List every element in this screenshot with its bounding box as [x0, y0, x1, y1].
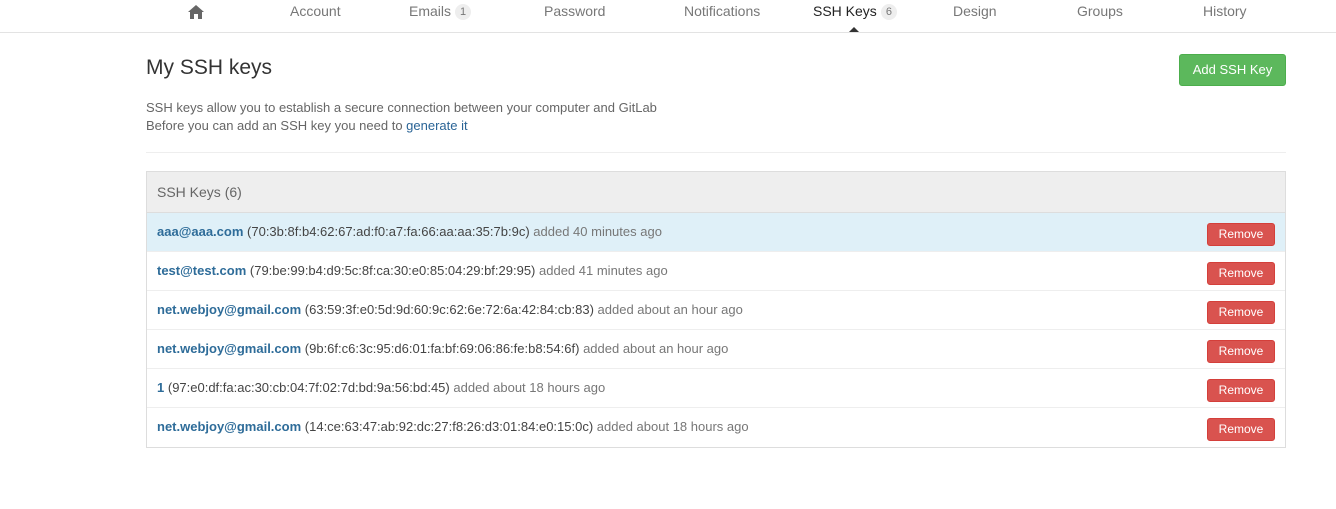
- remove-button[interactable]: Remove: [1207, 418, 1275, 441]
- key-row: net.webjoy@gmail.com (14:ce:63:47:ab:92:…: [147, 408, 1285, 447]
- description-text: Before you can add an SSH key you need t…: [146, 118, 407, 133]
- key-added-time: added about 18 hours ago: [453, 380, 606, 395]
- active-tab-caret-icon: [848, 27, 859, 32]
- nav-tab-password[interactable]: Password: [544, 0, 605, 32]
- key-title-link[interactable]: test@test.com: [157, 263, 246, 278]
- key-row: 1 (97:e0:df:fa:ac:30:cb:04:7f:02:7d:bd:9…: [147, 369, 1285, 408]
- key-fingerprint: (9b:6f:c6:3c:95:d6:01:fa:bf:69:06:86:fe:…: [304, 341, 580, 356]
- add-ssh-key-button[interactable]: Add SSH Key: [1179, 54, 1286, 86]
- remove-button[interactable]: Remove: [1207, 262, 1275, 285]
- remove-button[interactable]: Remove: [1207, 301, 1275, 324]
- nav-tab-label: Password: [544, 3, 606, 19]
- nav-tab-label: History: [1203, 3, 1247, 19]
- nav-tab-account[interactable]: Account: [290, 0, 341, 32]
- key-added-time: added 40 minutes ago: [533, 224, 662, 239]
- key-fingerprint: (14:ce:63:47:ab:92:dc:27:f8:26:d3:01:84:…: [304, 419, 594, 434]
- ssh-keys-panel: SSH Keys (6) aaa@aaa.com (70:3b:8f:b4:62…: [146, 171, 1286, 448]
- key-added-time: added about an hour ago: [583, 341, 729, 356]
- description-line-2: Before you can add an SSH key you need t…: [146, 117, 657, 135]
- key-row: aaa@aaa.com (70:3b:8f:b4:62:67:ad:f0:a7:…: [147, 213, 1285, 252]
- nav-tab-groups[interactable]: Groups: [1077, 0, 1123, 32]
- nav-tab-label: Groups: [1077, 3, 1123, 19]
- remove-button[interactable]: Remove: [1207, 340, 1275, 363]
- home-icon[interactable]: [187, 4, 205, 20]
- nav-tab-label: SSH Keys: [813, 3, 877, 19]
- key-row: test@test.com (79:be:99:b4:d9:5c:8f:ca:3…: [147, 252, 1285, 291]
- panel-heading: SSH Keys (6): [147, 172, 1285, 213]
- key-row: net.webjoy@gmail.com (9b:6f:c6:3c:95:d6:…: [147, 330, 1285, 369]
- generate-it-link[interactable]: generate it: [406, 118, 467, 133]
- key-row: net.webjoy@gmail.com (63:59:3f:e0:5d:9d:…: [147, 291, 1285, 330]
- nav-tab-label: Notifications: [684, 3, 761, 19]
- divider: [146, 152, 1286, 153]
- key-fingerprint: (70:3b:8f:b4:62:67:ad:f0:a7:fa:66:aa:aa:…: [247, 224, 530, 239]
- key-fingerprint: (79:be:99:b4:d9:5c:8f:ca:30:e0:85:04:29:…: [249, 263, 536, 278]
- key-title-link[interactable]: net.webjoy@gmail.com: [157, 419, 301, 434]
- key-title-link[interactable]: 1: [157, 380, 164, 395]
- key-added-time: added 41 minutes ago: [539, 263, 668, 278]
- key-title-link[interactable]: net.webjoy@gmail.com: [157, 341, 301, 356]
- remove-button[interactable]: Remove: [1207, 223, 1275, 246]
- page-description: SSH keys allow you to establish a secure…: [146, 99, 657, 135]
- nav-tab-emails[interactable]: Emails 1: [409, 0, 472, 32]
- count-badge: 6: [880, 4, 897, 20]
- key-added-time: added about an hour ago: [597, 302, 743, 317]
- nav-tab-label: Account: [290, 3, 341, 19]
- nav-tab-label: Design: [953, 3, 997, 19]
- key-added-time: added about 18 hours ago: [596, 419, 749, 434]
- remove-button[interactable]: Remove: [1207, 379, 1275, 402]
- nav-tab-ssh-keys[interactable]: SSH Keys 6: [813, 0, 897, 32]
- nav-tab-history[interactable]: History: [1203, 0, 1247, 32]
- key-fingerprint: (63:59:3f:e0:5d:9d:60:9c:62:6e:72:6a:42:…: [304, 302, 594, 317]
- nav-tab-design[interactable]: Design: [953, 0, 997, 32]
- key-title-link[interactable]: net.webjoy@gmail.com: [157, 302, 301, 317]
- profile-nav: Account Emails 1 Password Notifications S…: [0, 0, 1336, 33]
- nav-tab-label: Emails: [409, 3, 452, 19]
- key-fingerprint: (97:e0:df:fa:ac:30:cb:04:7f:02:7d:bd:9a:…: [167, 380, 450, 395]
- page-title: My SSH keys: [146, 56, 273, 79]
- nav-tab-notifications[interactable]: Notifications: [684, 0, 760, 32]
- count-badge: 1: [455, 4, 472, 20]
- description-line-1: SSH keys allow you to establish a secure…: [146, 100, 657, 115]
- key-title-link[interactable]: aaa@aaa.com: [157, 224, 243, 239]
